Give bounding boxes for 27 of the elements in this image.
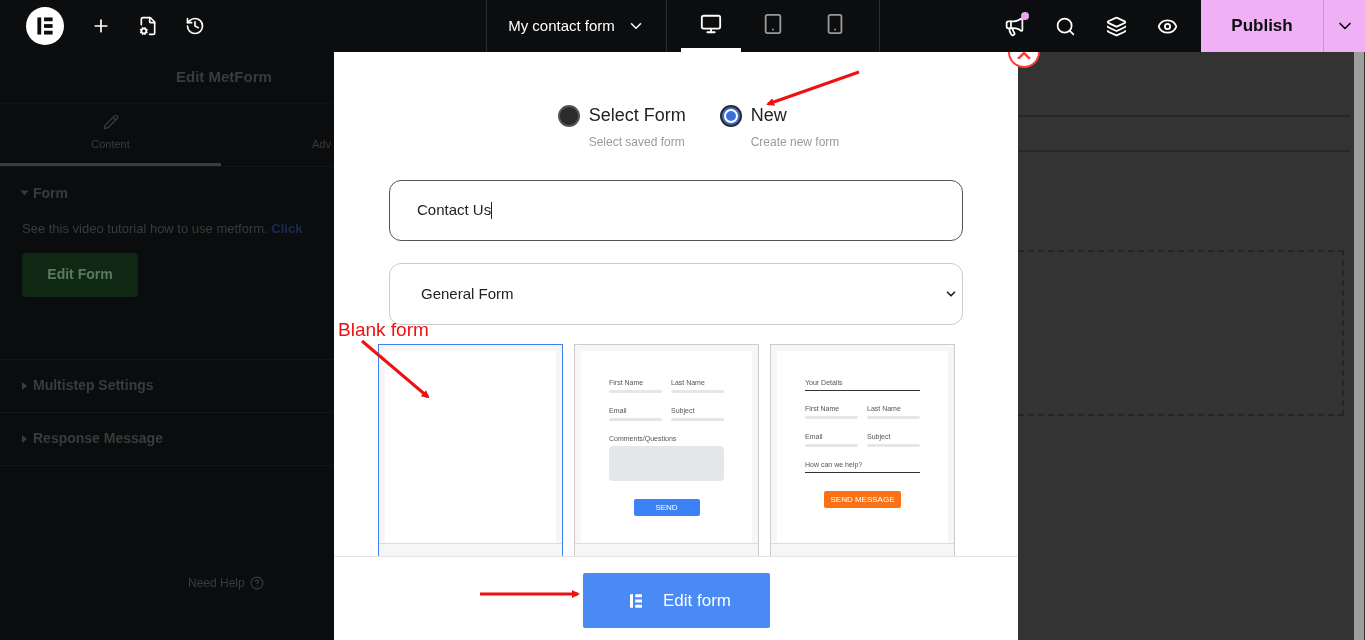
- radio-option[interactable]: New: [719, 102, 840, 129]
- close-icon: [1017, 52, 1031, 59]
- radio-hint: Create new form: [749, 134, 840, 151]
- template-send-button: SEND MESSAGE: [824, 491, 901, 508]
- annotation-arrow: [361, 339, 430, 399]
- edit-form-button[interactable]: Edit Form: [22, 252, 138, 297]
- page-settings-icon[interactable]: [138, 16, 158, 36]
- monitor-icon: [700, 13, 722, 35]
- history-icon[interactable]: [185, 16, 205, 36]
- tablet-icon: [762, 13, 784, 35]
- radio-button[interactable]: [557, 104, 580, 127]
- primary-edit-form-button[interactable]: Edit form: [582, 573, 770, 628]
- logo-icon: [26, 7, 64, 45]
- template-send-button: SEND: [633, 499, 700, 516]
- megaphone-icon[interactable]: [1004, 15, 1025, 37]
- search-icon[interactable]: [1055, 15, 1076, 37]
- form-name-field[interactable]: Contact Us: [389, 180, 963, 241]
- help-icon: [249, 575, 264, 590]
- radio-option[interactable]: Select Form: [557, 102, 686, 129]
- scrollbar[interactable]: [1354, 52, 1364, 640]
- publish-button[interactable]: Publish: [1201, 0, 1323, 52]
- radio-button[interactable]: [719, 104, 742, 127]
- close-button[interactable]: [1008, 52, 1040, 68]
- pencil-icon: [102, 114, 119, 131]
- radio-hint: Select saved form: [587, 134, 686, 151]
- template-card[interactable]: [378, 344, 563, 556]
- layers-icon[interactable]: [1106, 15, 1127, 37]
